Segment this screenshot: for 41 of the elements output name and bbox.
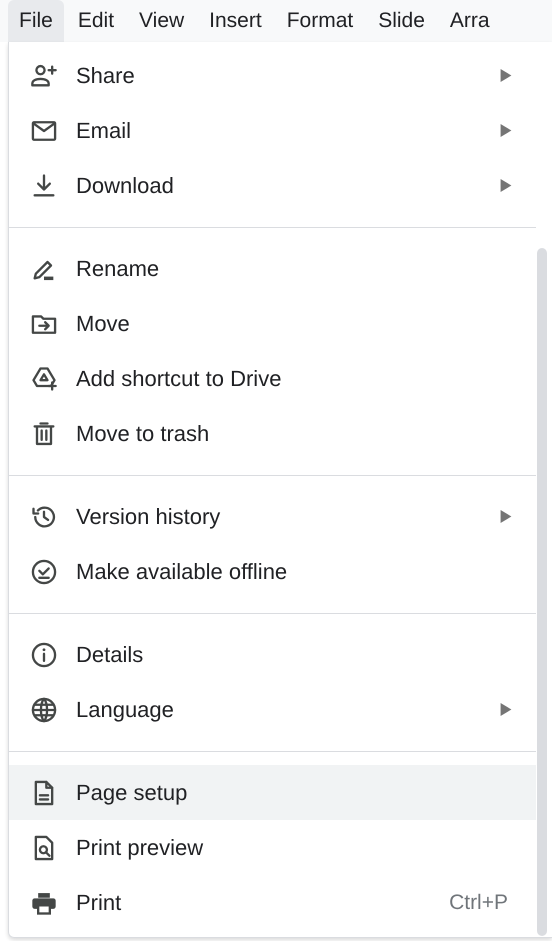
menu-item-label: Rename xyxy=(76,256,160,282)
menu-bar-item[interactable]: Insert xyxy=(198,0,273,42)
globe-icon xyxy=(30,696,58,724)
menu-item[interactable]: Language xyxy=(9,682,536,737)
menu-item[interactable]: Details xyxy=(9,627,536,682)
menu-item-label: Share xyxy=(76,62,136,88)
drive-add-icon xyxy=(30,364,58,392)
menu-item-label: Print preview xyxy=(76,834,204,860)
menu-bar-item[interactable]: Slide xyxy=(367,0,436,42)
menu-bar-item[interactable]: Arra xyxy=(438,0,501,42)
menu-item[interactable]: Print Ctrl+P xyxy=(9,875,536,930)
menu-item[interactable]: Version history xyxy=(9,489,536,544)
menu-item[interactable]: Rename xyxy=(9,241,536,296)
menu-item-label: Page setup xyxy=(76,780,188,806)
menu-item[interactable]: Make available offline xyxy=(9,544,536,599)
menu-item-label: Move xyxy=(76,310,131,336)
menu-item-label: Download xyxy=(76,172,175,198)
menu-item[interactable]: Share xyxy=(9,48,536,103)
menu-item-label: Make available offline xyxy=(76,558,288,584)
menu-item[interactable]: Print preview xyxy=(9,820,536,875)
menu-item-label: Move to trash xyxy=(76,420,210,446)
menu-item[interactable]: Page setup xyxy=(9,765,536,820)
menu-item[interactable]: Move to trash xyxy=(9,406,536,461)
menu-item-label: Email xyxy=(76,118,132,144)
menu-bar-item[interactable]: Format xyxy=(276,0,364,42)
menu-bar-item[interactable]: Edit xyxy=(66,0,126,42)
menu-item-label: Language xyxy=(76,696,175,722)
menu-bar-item[interactable]: File xyxy=(8,0,64,42)
scrollbar[interactable] xyxy=(537,248,547,936)
shortcut-text: Ctrl+P xyxy=(449,890,508,914)
menu-item-label: Add shortcut to Drive xyxy=(76,366,282,392)
menu-item[interactable]: Download xyxy=(9,158,536,213)
info-icon xyxy=(30,640,58,668)
menu-item[interactable]: Email xyxy=(9,103,536,158)
menu-item[interactable]: Move xyxy=(9,296,536,351)
menu-item-label: Print xyxy=(76,890,122,916)
menu-item[interactable]: Add shortcut to Drive xyxy=(9,351,536,406)
menu-bar-item[interactable]: View xyxy=(128,0,196,42)
menu-item-label: Details xyxy=(76,642,144,668)
offline-check-icon xyxy=(30,558,58,586)
menu-item-label: Version history xyxy=(76,504,222,530)
